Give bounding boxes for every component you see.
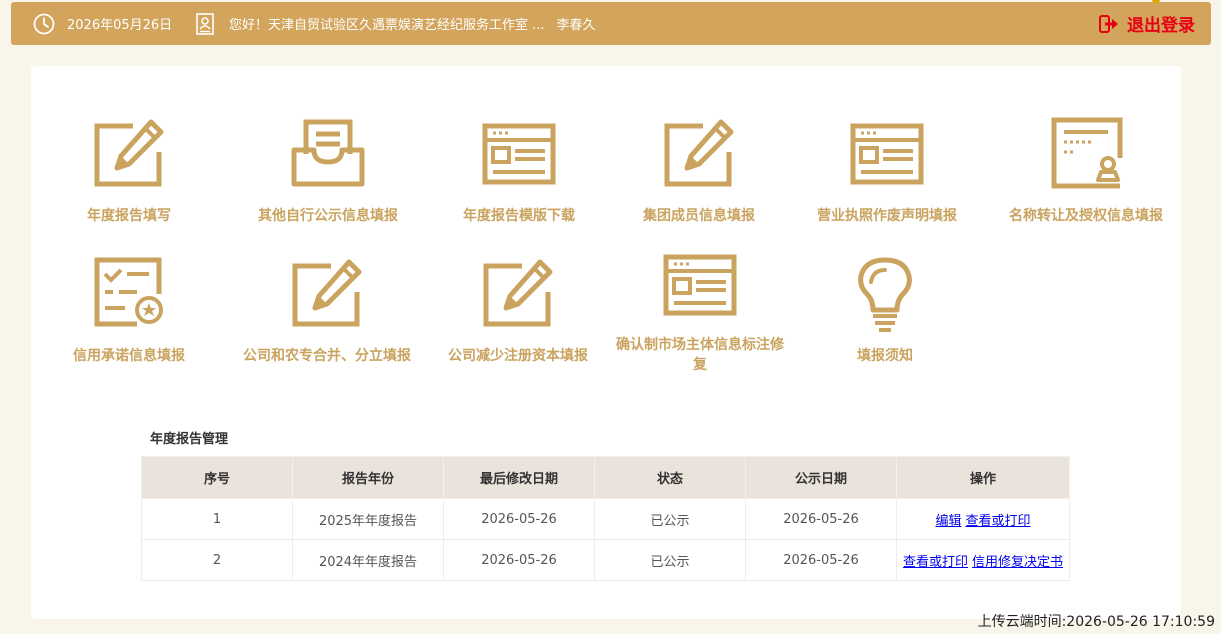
lightbulb-icon	[858, 257, 912, 332]
cell-modified: 2026-05-26	[443, 539, 595, 581]
tile-label: 其他自行公示信息填报	[258, 208, 398, 224]
credit-repair-decision-link[interactable]: 信用修复决定书	[972, 555, 1063, 570]
tile-label: 确认制市场主体信息标注修复	[616, 337, 784, 373]
tile-template-download[interactable]: 年度报告模版下载	[424, 114, 614, 226]
tile-info-repair[interactable]: 确认制市场主体信息标注修复	[602, 251, 798, 375]
cell-actions: 编辑 查看或打印	[896, 498, 1070, 540]
column-header: 操作	[896, 456, 1070, 499]
current-date: 2026年05月26日	[67, 18, 173, 33]
column-header: 公示日期	[745, 456, 897, 499]
cell-no: 1	[141, 498, 293, 540]
table-header-row: 序号 报告年份 最后修改日期 状态 公示日期 操作	[141, 456, 1070, 499]
tile-label: 营业执照作废声明填报	[817, 208, 957, 224]
user-info: 您好！天津自贸试验区久遇票娱演艺经纪服务工作室 ... 李春久	[195, 2, 596, 45]
edit-form-icon	[94, 119, 164, 187]
logout-label: 退出登录	[1127, 16, 1195, 36]
date-display: 2026年05月26日	[33, 2, 172, 45]
tile-label: 公司减少注册资本填报	[448, 348, 588, 364]
edit-form-icon	[292, 259, 362, 327]
clock-icon	[33, 13, 55, 34]
table-row: 1 2025年年度报告 2026-05-26 已公示 2026-05-26 编辑…	[141, 498, 1070, 540]
tile-license-void[interactable]: 营业执照作废声明填报	[792, 114, 982, 226]
column-header: 序号	[141, 456, 293, 499]
column-header: 最后修改日期	[443, 456, 595, 499]
tile-label: 公司和农专合并、分立填报	[243, 348, 411, 364]
user-card-icon	[196, 12, 214, 35]
edit-form-icon	[664, 119, 734, 187]
document-template-icon	[850, 123, 924, 185]
user-name: 李春久	[556, 18, 596, 33]
column-header: 报告年份	[292, 456, 444, 499]
cell-published: 2026-05-26	[745, 539, 897, 581]
tile-merger-split[interactable]: 公司和农专合并、分立填报	[232, 254, 422, 366]
tile-label: 填报须知	[857, 348, 913, 364]
tile-label: 年度报告模版下载	[463, 208, 575, 224]
tile-credit-commitment[interactable]: 信用承诺信息填报	[34, 254, 224, 366]
cell-status: 已公示	[594, 539, 746, 581]
cell-no: 2	[141, 539, 293, 581]
cell-status: 已公示	[594, 498, 746, 540]
certificate-stamp-icon	[1051, 117, 1123, 189]
document-template-icon	[482, 123, 556, 185]
cell-modified: 2026-05-26	[443, 498, 595, 540]
cell-year: 2024年年度报告	[292, 539, 444, 581]
annual-report-table: 序号 报告年份 最后修改日期 状态 公示日期 操作 1 2025年年度报告 20…	[141, 456, 1070, 581]
tile-filing-notice[interactable]: 填报须知	[790, 254, 980, 366]
logout-button[interactable]: 退出登录	[1099, 2, 1195, 45]
greeting-text: 您好！天津自贸试验区久遇票娱演艺经纪服务工作室 ...	[229, 18, 545, 33]
table-row: 2 2024年年度报告 2026-05-26 已公示 2026-05-26 查看…	[141, 539, 1070, 581]
inbox-tray-icon	[291, 119, 365, 187]
upload-time: 上传云端时间:2026-05-26 17:10:59	[977, 614, 1215, 630]
tile-group-member[interactable]: 集团成员信息填报	[604, 114, 794, 226]
tile-capital-reduction[interactable]: 公司减少注册资本填报	[423, 254, 613, 366]
column-header: 状态	[594, 456, 746, 499]
tile-label: 年度报告填写	[87, 208, 171, 224]
tile-other-disclosure[interactable]: 其他自行公示信息填报	[233, 114, 423, 226]
cell-year: 2025年年度报告	[292, 498, 444, 540]
view-print-link[interactable]: 查看或打印	[903, 555, 968, 570]
cell-actions: 查看或打印 信用修复决定书	[896, 539, 1070, 581]
tile-annual-report-fill[interactable]: 年度报告填写	[34, 114, 224, 226]
tile-label: 集团成员信息填报	[643, 208, 755, 224]
cell-published: 2026-05-26	[745, 498, 897, 540]
edit-form-icon	[483, 259, 553, 327]
edit-link[interactable]: 编辑	[935, 514, 961, 529]
tile-name-transfer[interactable]: 名称转让及授权信息填报	[986, 114, 1186, 226]
top-bar: 2026年05月26日 您好！天津自贸试验区久遇票娱演艺经纪服务工作室 ... …	[11, 2, 1211, 45]
document-template-icon	[663, 254, 737, 316]
tile-label: 名称转让及授权信息填报	[1009, 208, 1163, 224]
view-print-link[interactable]: 查看或打印	[966, 514, 1031, 529]
section-title: 年度报告管理	[150, 432, 229, 447]
tile-label: 信用承诺信息填报	[73, 348, 185, 364]
checklist-badge-icon	[94, 257, 163, 327]
logout-icon	[1099, 14, 1118, 33]
